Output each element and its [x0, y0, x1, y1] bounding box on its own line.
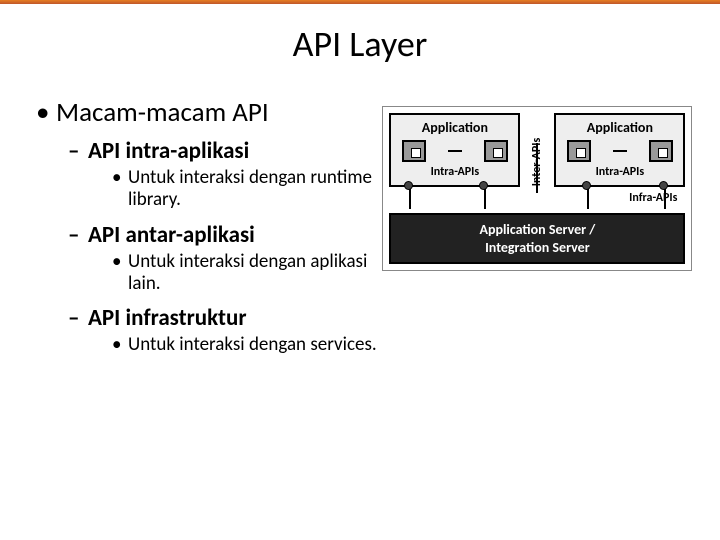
server-line2: Integration Server: [485, 239, 590, 256]
module-icon: [484, 140, 508, 162]
connector-dots: [404, 181, 413, 190]
module-icon: [567, 140, 591, 162]
connector-dots: [659, 181, 668, 190]
module-icon: [402, 140, 426, 162]
api-diagram: Application Intra-APIs Inter-APIs Applic…: [382, 106, 692, 271]
vconnector: [409, 187, 411, 209]
inter-label: Inter-APIs: [530, 138, 544, 187]
mid-gap: Infra-APIs: [389, 187, 685, 213]
infra-label: Infra-APIs: [629, 191, 677, 205]
intra-label-right: Intra-APIs: [558, 165, 681, 179]
app-label-right: Application: [558, 119, 681, 136]
vconnector: [587, 187, 589, 209]
slide-title: API Layer: [0, 22, 720, 66]
subheading-antar: API antar-aplikasi: [36, 221, 392, 249]
vconnector: [484, 187, 486, 209]
subheading-intra: API intra-aplikasi: [36, 137, 392, 165]
link-icon: [448, 150, 462, 152]
bullet-level1: Macam-macam API: [36, 96, 392, 129]
subheading-infra: API infrastruktur: [36, 304, 392, 332]
desc-infra: Untuk interaksi dengan services.: [36, 334, 392, 356]
link-icon: [613, 150, 627, 152]
text-column: Macam-macam API API intra-aplikasi Untuk…: [36, 96, 392, 366]
apps-row: Application Intra-APIs Inter-APIs Applic…: [389, 113, 685, 187]
app-box-left: Application Intra-APIs: [389, 113, 520, 187]
connector-dots: [479, 181, 488, 190]
content-area: Macam-macam API API intra-aplikasi Untuk…: [0, 96, 720, 366]
desc-intra: Untuk interaksi dengan runtime library.: [36, 167, 392, 211]
desc-antar: Untuk interaksi dengan aplikasi lain.: [36, 251, 392, 295]
app-box-right: Application Intra-APIs: [554, 113, 685, 187]
server-line1: Application Server /: [479, 221, 595, 238]
intra-label-left: Intra-APIs: [393, 165, 516, 179]
app-label-left: Application: [393, 119, 516, 136]
module-icon: [649, 140, 673, 162]
figure-column: Application Intra-APIs Inter-APIs Applic…: [392, 96, 684, 366]
accent-bar: [0, 0, 720, 4]
server-box: Application Server / Integration Server: [389, 213, 685, 264]
connector-dots: [582, 181, 591, 190]
